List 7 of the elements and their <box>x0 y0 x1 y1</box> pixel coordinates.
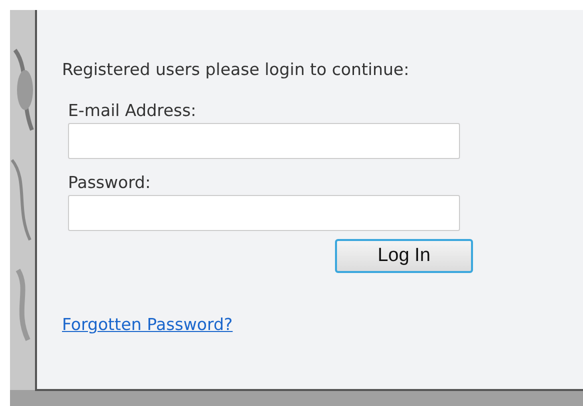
field-label: E-mail Address: <box>68 101 198 121</box>
login-button[interactable]: Log In <box>335 239 473 273</box>
intro-text: Registered users please login to continue: <box>62 60 410 79</box>
field-label: Password: <box>68 173 152 193</box>
input-field[interactable] <box>68 123 460 159</box>
forgotten-password-link[interactable]: Forgotten Password? <box>62 315 233 334</box>
input-field[interactable] <box>68 195 460 231</box>
